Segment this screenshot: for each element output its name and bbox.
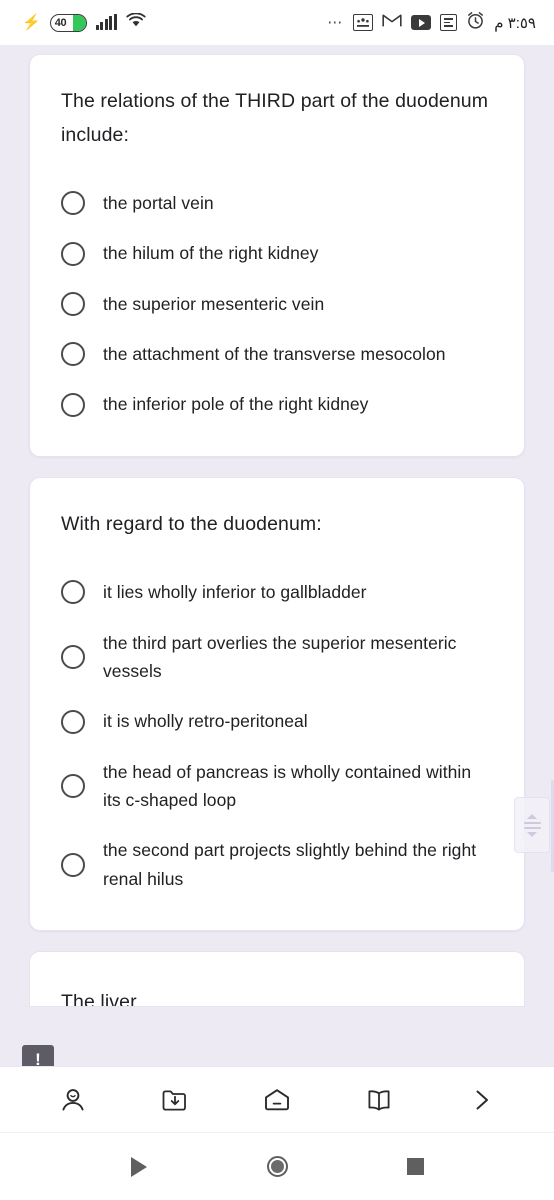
google-classroom-icon [353, 14, 374, 31]
radio-button-icon[interactable] [61, 709, 85, 734]
option-label: it is wholly retro-peritoneal [103, 711, 308, 732]
option-label: the superior mesenteric vein [103, 293, 325, 314]
exclamation-bubble-icon[interactable]: ! [22, 1045, 54, 1066]
option-label: the hilum of the right kidney [103, 243, 319, 264]
chevron-up-icon [527, 813, 537, 819]
options-list: the portal vein the hilum of the right k… [30, 178, 524, 430]
question-card: With regard to the duodenum: it lies who… [29, 476, 525, 932]
cellular-signal-icon [95, 14, 117, 30]
option-row[interactable]: the third part overlies the superior mes… [30, 618, 524, 697]
radio-button-icon[interactable] [61, 645, 85, 669]
option-row[interactable]: the attachment of the transverse mesocol… [30, 329, 524, 379]
tasks-icon [440, 14, 458, 31]
option-label: it lies wholly inferior to gallbladder [103, 582, 367, 603]
question-card: The relations of the THIRD part of the d… [29, 54, 525, 457]
option-row[interactable]: the hilum of the right kidney [30, 228, 524, 278]
battery-level-label: 40 [54, 16, 67, 29]
option-label: the head of pancreas is wholly contained… [103, 761, 472, 811]
phone-screen: ⚡ 40 ⋯ ٣:٥٩ م The relations of the THIRD… [0, 0, 554, 1200]
more-dots-icon: ⋯ [327, 14, 345, 31]
option-row[interactable]: the inferior pole of the right kidney [30, 379, 524, 429]
option-label: the third part overlies the superior mes… [103, 632, 457, 681]
account-icon[interactable] [49, 1076, 97, 1124]
youtube-icon [411, 15, 432, 30]
quiz-scroll-area[interactable]: The relations of the THIRD part of the d… [0, 45, 554, 1066]
option-row[interactable]: the superior mesenteric vein [30, 279, 524, 329]
option-row[interactable]: it is wholly retro-peritoneal [30, 696, 524, 746]
back-icon[interactable] [117, 1145, 161, 1189]
radio-button-icon[interactable] [61, 241, 85, 266]
question-text: The relations of the THIRD part of the d… [61, 90, 489, 146]
option-label: the attachment of the transverse mesocol… [103, 344, 446, 365]
clock-label: ٣:٥٩ م [494, 14, 536, 32]
wifi-icon [126, 11, 146, 33]
radio-button-icon[interactable] [61, 774, 85, 799]
option-row[interactable]: the head of pancreas is wholly contained… [30, 747, 524, 826]
radio-button-icon[interactable] [61, 342, 85, 367]
android-system-nav [0, 1132, 554, 1200]
battery-fill [72, 14, 86, 31]
radio-button-icon[interactable] [61, 392, 85, 417]
alarm-clock-icon [466, 11, 485, 35]
radio-button-icon[interactable] [61, 191, 85, 216]
recents-icon[interactable] [393, 1145, 437, 1189]
option-row[interactable]: it lies wholly inferior to gallbladder [30, 567, 524, 617]
radio-button-icon[interactable] [61, 291, 85, 316]
hint-symbol: ! [35, 1050, 41, 1066]
chevron-down-icon [527, 831, 537, 837]
library-icon[interactable] [355, 1076, 403, 1124]
radio-button-icon[interactable] [61, 580, 85, 605]
option-label: the second part projects slightly behind… [103, 840, 477, 889]
home-circle-icon[interactable] [255, 1145, 299, 1189]
scrollbar-thumb[interactable] [514, 797, 550, 853]
downloads-icon[interactable] [151, 1076, 199, 1124]
next-icon[interactable] [457, 1076, 505, 1124]
battery-indicator: 40 [49, 13, 87, 32]
status-bar-left: ⚡ 40 [22, 11, 146, 33]
app-bottom-nav [0, 1066, 554, 1132]
bolt-icon: ⚡ [22, 14, 41, 31]
gmail-icon [382, 13, 402, 33]
question-card-partial: The liver [29, 951, 525, 1008]
options-list: it lies wholly inferior to gallbladder t… [30, 567, 524, 904]
home-icon[interactable] [253, 1076, 301, 1124]
option-row[interactable]: the portal vein [30, 178, 524, 228]
option-label: the portal vein [103, 193, 214, 214]
question-text: The liver [61, 991, 137, 1008]
question-text: With regard to the duodenum: [61, 512, 322, 535]
option-row[interactable]: the second part projects slightly behind… [30, 825, 524, 904]
option-label: the inferior pole of the right kidney [103, 394, 369, 415]
status-bar-right: ⋯ ٣:٥٩ م [327, 11, 536, 35]
radio-button-icon[interactable] [61, 852, 85, 877]
status-bar: ⚡ 40 ⋯ ٣:٥٩ م [0, 0, 554, 45]
